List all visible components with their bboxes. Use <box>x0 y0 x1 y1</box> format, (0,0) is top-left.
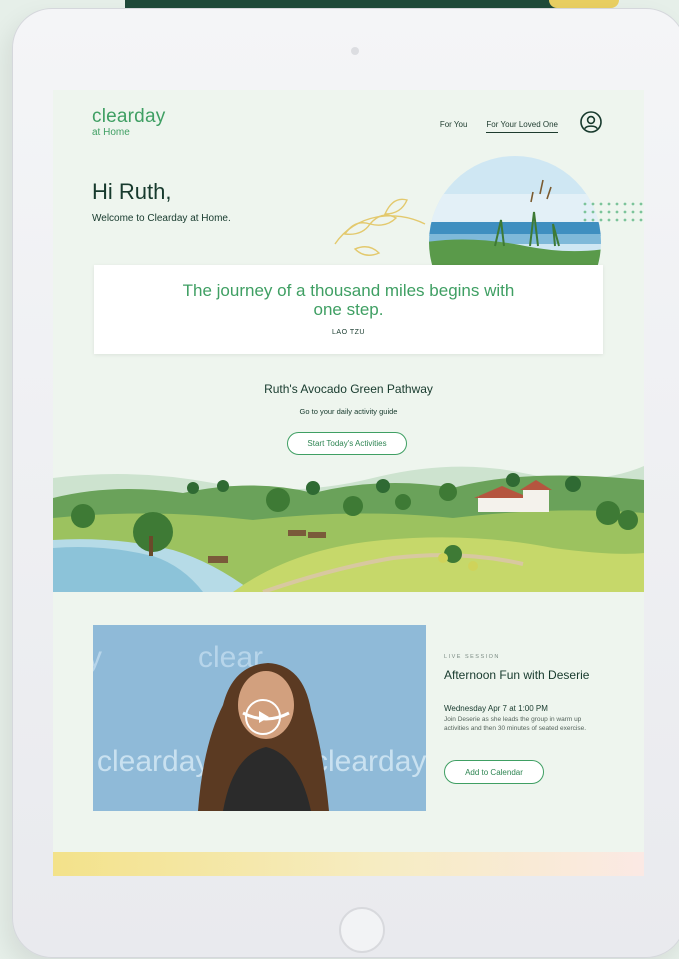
play-button[interactable] <box>245 699 281 735</box>
countryside-watercolor-illustration <box>53 458 644 592</box>
brand-name: clearday <box>92 106 166 127</box>
nav-for-your-loved-one[interactable]: For Your Loved One <box>486 120 558 133</box>
top-nav: For You For Your Loved One <box>440 120 558 133</box>
brand-logo[interactable]: clearday at Home <box>92 106 165 138</box>
footer-band <box>53 852 644 876</box>
user-circle-icon[interactable] <box>580 111 602 133</box>
quote-text: The journey of a thousand miles begins w… <box>182 281 515 319</box>
play-icon <box>259 711 269 723</box>
live-session-section: y clear clearday clearday LIVE SESSION A… <box>53 592 644 852</box>
video-player[interactable]: y clear clearday clearday <box>93 625 426 811</box>
start-activities-button[interactable]: Start Today's Activities <box>287 432 407 455</box>
nav-for-you[interactable]: For You <box>440 120 468 133</box>
add-to-calendar-button[interactable]: Add to Calendar <box>444 760 544 784</box>
camera-icon <box>351 47 359 55</box>
backdrop-word: clearday <box>97 745 210 778</box>
live-session-date: Wednesday Apr 7 at 1:00 PM <box>444 704 548 713</box>
welcome-text: Welcome to Clearday at Home. <box>92 213 231 224</box>
background-top-accent <box>549 0 619 8</box>
background-top-band <box>125 0 595 8</box>
live-session-label: LIVE SESSION <box>444 654 500 660</box>
backdrop-word: clearday <box>313 745 426 778</box>
pathway-title: Ruth's Avocado Green Pathway <box>264 382 433 396</box>
quote-card: The journey of a thousand miles begins w… <box>94 265 603 354</box>
home-button[interactable] <box>339 907 385 953</box>
backdrop-word: y <box>93 641 102 674</box>
live-session-title: Afternoon Fun with Deserie <box>444 668 590 682</box>
live-session-description: Join Deserie as she leads the group in w… <box>444 716 586 732</box>
greeting-heading: Hi Ruth, <box>92 179 172 204</box>
brand-sub: at Home <box>92 127 130 138</box>
quote-author: LAO TZU <box>332 329 365 336</box>
beach-watercolor-illustration <box>334 156 643 266</box>
app-screen: clearday at Home For You For Your Loved … <box>53 90 644 876</box>
pathway-subtitle: Go to your daily activity guide <box>299 407 398 416</box>
